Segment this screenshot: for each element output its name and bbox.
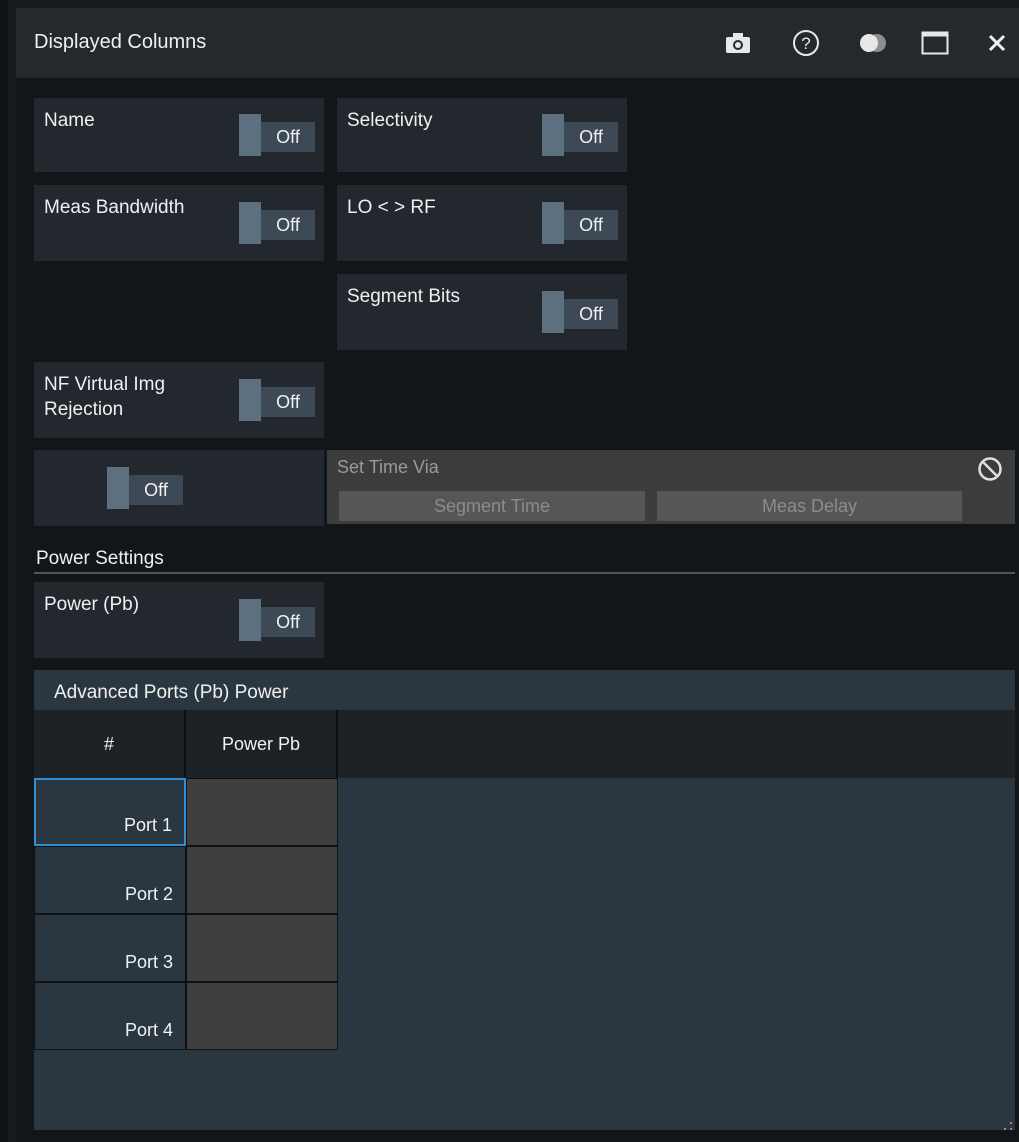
port-label: Port 1 (123, 815, 172, 835)
lo-rf-label: LO < > RF (347, 197, 436, 218)
toggle-state: Off (564, 122, 618, 152)
port-label: Port 2 (124, 884, 173, 904)
toggle-knob (542, 114, 564, 156)
toggle-knob (239, 599, 261, 641)
power-pb-cell[interactable] (186, 846, 338, 914)
segment-bits-toggle[interactable]: Off (542, 291, 618, 333)
set-time-via-group: Set Time Via Segment Time Meas Delay (327, 450, 1015, 524)
toggle-theme-icon[interactable] (856, 26, 890, 60)
segment-bits-card: Segment Bits Off (337, 274, 627, 350)
toggle-knob (239, 202, 261, 244)
close-icon[interactable] (980, 26, 1014, 60)
nf-virtual-img-label-line1: NF Virtual Img (44, 374, 166, 395)
column-header-index[interactable]: # (34, 710, 186, 778)
nf-virtual-img-label-line2: Rejection (44, 399, 124, 420)
lo-rf-toggle[interactable]: Off (542, 202, 618, 244)
toggle-state: Off (261, 607, 315, 637)
time-toggle[interactable]: Off (107, 467, 183, 509)
meas-bandwidth-card: Meas Bandwidth Off (34, 185, 324, 261)
svg-text:?: ? (801, 34, 810, 53)
power-pb-cell[interactable] (186, 778, 338, 846)
title-bar: Displayed Columns ? (16, 8, 1019, 79)
help-icon[interactable]: ? (789, 26, 823, 60)
selectivity-label: Selectivity (347, 110, 433, 131)
nf-virtual-img-toggle[interactable]: Off (239, 379, 315, 421)
toggle-state: Off (564, 299, 618, 329)
power-pb-cell[interactable] (186, 914, 338, 982)
advanced-ports-panel: Advanced Ports (Pb) Power # Power Pb Por… (34, 670, 1015, 1130)
power-pb-toggle[interactable]: Off (239, 599, 315, 641)
power-pb-label: Power (Pb) (44, 594, 140, 615)
set-time-via-label: Set Time Via (337, 457, 439, 477)
toggle-state: Off (564, 210, 618, 240)
toggle-knob (239, 379, 261, 421)
meas-delay-button[interactable]: Meas Delay (657, 491, 962, 521)
resize-grip-icon[interactable] (1003, 1118, 1013, 1130)
table-header: # Power Pb (34, 710, 1015, 778)
power-settings-title: Power Settings (36, 548, 164, 569)
toggle-knob (542, 291, 564, 333)
power-pb-card: Power (Pb) Off (34, 582, 324, 658)
dialog-content: Name Off Selectivity Off Meas Bandwidth … (16, 78, 1019, 1142)
port-label: Port 3 (124, 952, 173, 972)
camera-icon[interactable] (721, 26, 755, 60)
power-pb-cell[interactable] (186, 982, 338, 1050)
column-header-power-pb[interactable]: Power Pb (186, 710, 338, 778)
toggle-state: Off (261, 387, 315, 417)
time-toggle-card: Off (34, 450, 324, 526)
name-label: Name (44, 110, 95, 131)
selectivity-card: Selectivity Off (337, 98, 627, 172)
meas-bandwidth-toggle[interactable]: Off (239, 202, 315, 244)
toggle-state: Off (129, 475, 183, 505)
table-row-port-4[interactable]: Port 4 (34, 982, 186, 1050)
meas-bandwidth-label: Meas Bandwidth (44, 197, 185, 218)
toggle-knob (542, 202, 564, 244)
name-card: Name Off (34, 98, 324, 172)
toggle-knob (107, 467, 129, 509)
table-row-port-1[interactable]: Port 1 (34, 778, 186, 846)
table-row-port-2[interactable]: Port 2 (34, 846, 186, 914)
port-label: Port 4 (124, 1020, 173, 1040)
segment-time-button[interactable]: Segment Time (339, 491, 645, 521)
segment-bits-label: Segment Bits (347, 286, 460, 307)
toggle-state: Off (261, 122, 315, 152)
lo-rf-card: LO < > RF Off (337, 185, 627, 261)
toggle-knob (239, 114, 261, 156)
selectivity-toggle[interactable]: Off (542, 114, 618, 156)
table-row-port-3[interactable]: Port 3 (34, 914, 186, 982)
toggle-state: Off (261, 210, 315, 240)
nf-virtual-img-label: NF Virtual Img Rejection (44, 372, 165, 422)
nf-virtual-img-card: NF Virtual Img Rejection Off (34, 362, 324, 438)
disabled-icon (977, 456, 1003, 482)
maximize-icon[interactable] (918, 26, 952, 60)
name-toggle[interactable]: Off (239, 114, 315, 156)
advanced-ports-title: Advanced Ports (Pb) Power (54, 682, 289, 703)
displayed-columns-window: Displayed Columns ? Name Off Selectivity (0, 0, 1019, 1142)
section-divider (34, 572, 1015, 574)
window-title: Displayed Columns (34, 31, 207, 53)
